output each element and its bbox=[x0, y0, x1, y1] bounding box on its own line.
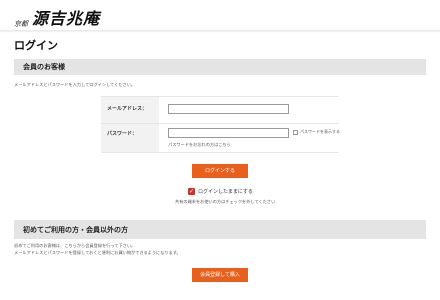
guest-section-heading: 初めてご利用の方・会員以外の方 bbox=[14, 220, 426, 239]
stay-logged-in-checkbox[interactable]: ✓ bbox=[188, 188, 195, 195]
forgot-password-link[interactable]: パスワードをお忘れの方はこちら bbox=[168, 142, 231, 148]
stay-logged-in-toggle[interactable]: ✓ ログインしたままにする bbox=[188, 188, 253, 195]
brand-logo[interactable]: 京都 源吉兆庵 bbox=[14, 5, 100, 29]
guest-text-line2: メールアドレスとパスワードを登録しておくと便利にお買い物ができるようになります。 bbox=[14, 250, 181, 255]
site-header: 京都 源吉兆庵 bbox=[0, 0, 440, 30]
stay-logged-in-note: 共有の端末をお使いの方はチェックを外してください bbox=[175, 199, 276, 204]
show-password-label: パスワードを表示する bbox=[300, 129, 340, 134]
register-button[interactable]: 会員登録して購入 bbox=[192, 268, 248, 282]
show-password-checkbox[interactable] bbox=[293, 129, 298, 135]
show-password-toggle[interactable]: パスワードを表示する bbox=[293, 129, 340, 135]
member-section-heading: 会員のお客様 bbox=[14, 59, 426, 75]
stay-logged-in-label: ログインしたままにする bbox=[198, 189, 253, 195]
email-label: メールアドレス： bbox=[107, 106, 148, 112]
member-section-title: 会員のお客様 bbox=[23, 63, 65, 71]
member-intro: メールアドレスとパスワードを入力してログインしてください。 bbox=[14, 82, 136, 87]
password-label: パスワード： bbox=[107, 131, 138, 137]
login-button[interactable]: ログインする bbox=[192, 164, 248, 178]
guest-text-line1: 初めてご利用のお客様は、こちらから会員登録を行って下さい。 bbox=[14, 243, 136, 248]
brand-name: 源吉兆庵 bbox=[32, 9, 101, 28]
guest-section-title: 初めてご利用の方・会員以外の方 bbox=[23, 226, 128, 234]
form-divider bbox=[101, 152, 339, 153]
email-field[interactable] bbox=[168, 104, 289, 114]
password-field[interactable] bbox=[168, 128, 289, 138]
brand-sub: 京都 bbox=[14, 20, 28, 28]
header-shadow bbox=[0, 30, 440, 33]
password-label-cell bbox=[101, 124, 159, 152]
page-title: ログイン bbox=[14, 39, 58, 52]
